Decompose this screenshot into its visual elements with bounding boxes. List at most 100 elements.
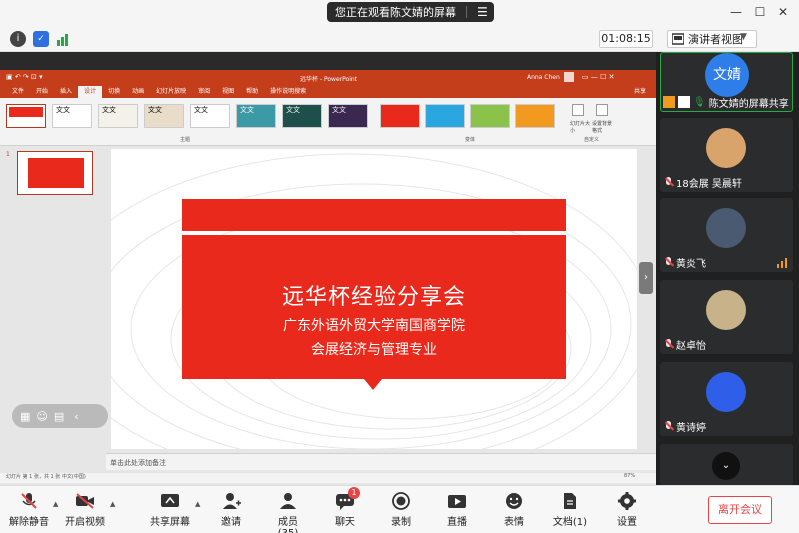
- theme-option[interactable]: 文文: [328, 104, 368, 128]
- tab-animations[interactable]: 动画: [126, 86, 150, 98]
- theme-option[interactable]: 文文: [282, 104, 322, 128]
- leave-meeting-button[interactable]: 离开会议: [708, 496, 772, 524]
- chat-button[interactable]: 1 聊天: [332, 487, 360, 528]
- participant-tile[interactable]: 黄诗婷: [660, 362, 793, 436]
- layout-icon[interactable]: ▦: [20, 410, 30, 423]
- participant-tile[interactable]: ⌄: [660, 444, 793, 485]
- tab-design[interactable]: 设计: [78, 86, 103, 98]
- tab-review[interactable]: 审阅: [192, 86, 216, 98]
- screen-share-notice: 您正在观看陈文婧的屏幕 ☰: [327, 2, 494, 22]
- chevron-up-icon[interactable]: ▲: [53, 500, 58, 508]
- theme-option[interactable]: 文文: [190, 104, 230, 128]
- ppt-share-button[interactable]: 共享: [628, 86, 656, 98]
- live-button[interactable]: 直播: [444, 492, 470, 528]
- maximize-button[interactable]: ☐: [752, 4, 768, 20]
- thumbnail-number: 1: [6, 151, 10, 158]
- live-label: 直播: [447, 517, 467, 528]
- record-button[interactable]: 录制: [388, 492, 414, 528]
- format-background-icon[interactable]: [596, 104, 608, 116]
- chevron-down-icon[interactable]: ⌄: [712, 452, 740, 480]
- tab-home[interactable]: 开始: [30, 86, 54, 98]
- variant-option[interactable]: [380, 104, 420, 128]
- participant-tile[interactable]: 赵卓怡: [660, 280, 793, 354]
- variant-option[interactable]: [425, 104, 465, 128]
- view-mode-label: 演讲者视图: [688, 33, 743, 46]
- theme-option[interactable]: 文文: [98, 104, 138, 128]
- tab-slideshow[interactable]: 幻灯片放映: [150, 86, 192, 98]
- slide-subtitle-1: 广东外语外贸大学南国商学院: [283, 318, 465, 334]
- avatar: [706, 128, 746, 168]
- tab-file[interactable]: 文件: [6, 86, 30, 98]
- chevron-down-icon[interactable]: ▼: [740, 32, 747, 42]
- members-label: 成员(35): [278, 517, 299, 533]
- emoji-icon[interactable]: ☺: [36, 410, 47, 423]
- mic-muted-icon: [664, 176, 673, 188]
- signal-icon[interactable]: [56, 32, 70, 46]
- notes-pane[interactable]: 单击此处添加备注: [106, 453, 656, 470]
- callout-pointer: [364, 379, 382, 390]
- collapse-panel-handle[interactable]: ›: [639, 262, 653, 294]
- slide-canvas[interactable]: 远华杯经验分享会 广东外语外贸大学南国商学院 会展经济与管理专业: [111, 149, 637, 449]
- chevron-up-icon[interactable]: ▲: [110, 500, 115, 508]
- record-label: 录制: [391, 517, 411, 528]
- tell-me-search[interactable]: 操作说明搜索: [264, 86, 312, 98]
- slide-size-icon[interactable]: [572, 104, 584, 116]
- tab-transitions[interactable]: 切换: [102, 86, 126, 98]
- unmute-label: 解除静音: [9, 517, 49, 528]
- slide-size-button[interactable]: 幻灯片大小: [570, 120, 592, 134]
- user-avatar[interactable]: [564, 72, 574, 82]
- hamburger-icon[interactable]: ☰: [477, 5, 488, 19]
- unmute-button[interactable]: 解除静音: [8, 492, 50, 528]
- shield-icon[interactable]: ✓: [33, 31, 49, 47]
- theme-option[interactable]: [6, 104, 46, 128]
- grid-view-icon: [672, 33, 684, 45]
- ppt-window-title: 远华杯 - PowerPoint: [300, 76, 358, 83]
- info-icon[interactable]: i: [10, 31, 26, 47]
- theme-option[interactable]: 文文: [144, 104, 184, 128]
- ppt-window-controls[interactable]: ▭ — ☐ ✕: [582, 73, 614, 81]
- live-icon: [447, 492, 467, 510]
- format-background-button[interactable]: 设置背景格式: [592, 120, 614, 134]
- close-button[interactable]: ✕: [775, 4, 791, 20]
- mic-muted-icon: [664, 338, 673, 350]
- record-icon: [391, 492, 411, 510]
- slide-thumbnail[interactable]: [17, 151, 93, 195]
- invite-button[interactable]: 邀请: [216, 492, 246, 528]
- zoom-level: 87%: [624, 473, 636, 479]
- tab-insert[interactable]: 插入: [54, 86, 78, 98]
- theme-option[interactable]: 文文: [236, 104, 276, 128]
- ppt-title-bar: ▣ ↶ ↷ ⊡ ▾ 远华杯 - PowerPoint Anna Chen ▭ —…: [0, 70, 656, 86]
- documents-button[interactable]: 文档(1): [552, 492, 588, 528]
- theme-group-label: 主题: [180, 137, 191, 143]
- chevron-up-icon[interactable]: ▲: [195, 500, 200, 508]
- variant-option[interactable]: [470, 104, 510, 128]
- members-button[interactable]: 成员(35): [268, 492, 308, 533]
- participant-name: 黄炎飞: [676, 258, 706, 270]
- minimize-button[interactable]: —: [728, 4, 744, 20]
- tab-help[interactable]: 帮助: [240, 86, 264, 98]
- mic-on-icon: 🎙: [693, 96, 706, 108]
- share-screen-button[interactable]: 共享屏幕: [148, 492, 192, 528]
- mic-muted-icon: [19, 492, 39, 510]
- comment-icon[interactable]: ▤: [54, 410, 64, 423]
- reactions-button[interactable]: 表情: [501, 492, 527, 528]
- theme-option[interactable]: 文文: [52, 104, 92, 128]
- share-label: 共享屏幕: [150, 517, 190, 528]
- custom-group-label: 自定义: [584, 137, 600, 143]
- tab-view[interactable]: 视图: [216, 86, 240, 98]
- chat-badge: 1: [348, 487, 360, 499]
- participant-tile[interactable]: 文婧 🎙 陈文婧的屏幕共享: [660, 52, 793, 112]
- share-notice-text: 您正在观看陈文婧的屏幕: [335, 6, 456, 19]
- ppt-quick-access-icons[interactable]: ▣ ↶ ↷ ⊡ ▾: [6, 73, 43, 81]
- meeting-window: 您正在观看陈文婧的屏幕 ☰ — ☐ ✕ i ✓ 01:08:15 演讲者视图 ▼…: [0, 0, 799, 533]
- ppt-ribbon-tabs: 文件 开始 插入 设计 切换 动画 幻灯片放映 审阅 视图 帮助 操作说明搜索 …: [0, 86, 656, 98]
- divider: [466, 6, 467, 18]
- settings-button[interactable]: 设置: [614, 492, 640, 528]
- participant-tile[interactable]: 18会展 吴晨轩: [660, 118, 793, 192]
- participant-tile[interactable]: 黄炎飞: [660, 198, 793, 272]
- slide-header-bar: [182, 199, 566, 231]
- variant-group-label: 变体: [465, 137, 476, 143]
- start-video-button[interactable]: 开启视频: [64, 492, 106, 528]
- chevron-left-icon[interactable]: ‹: [74, 410, 78, 423]
- variant-option[interactable]: [515, 104, 555, 128]
